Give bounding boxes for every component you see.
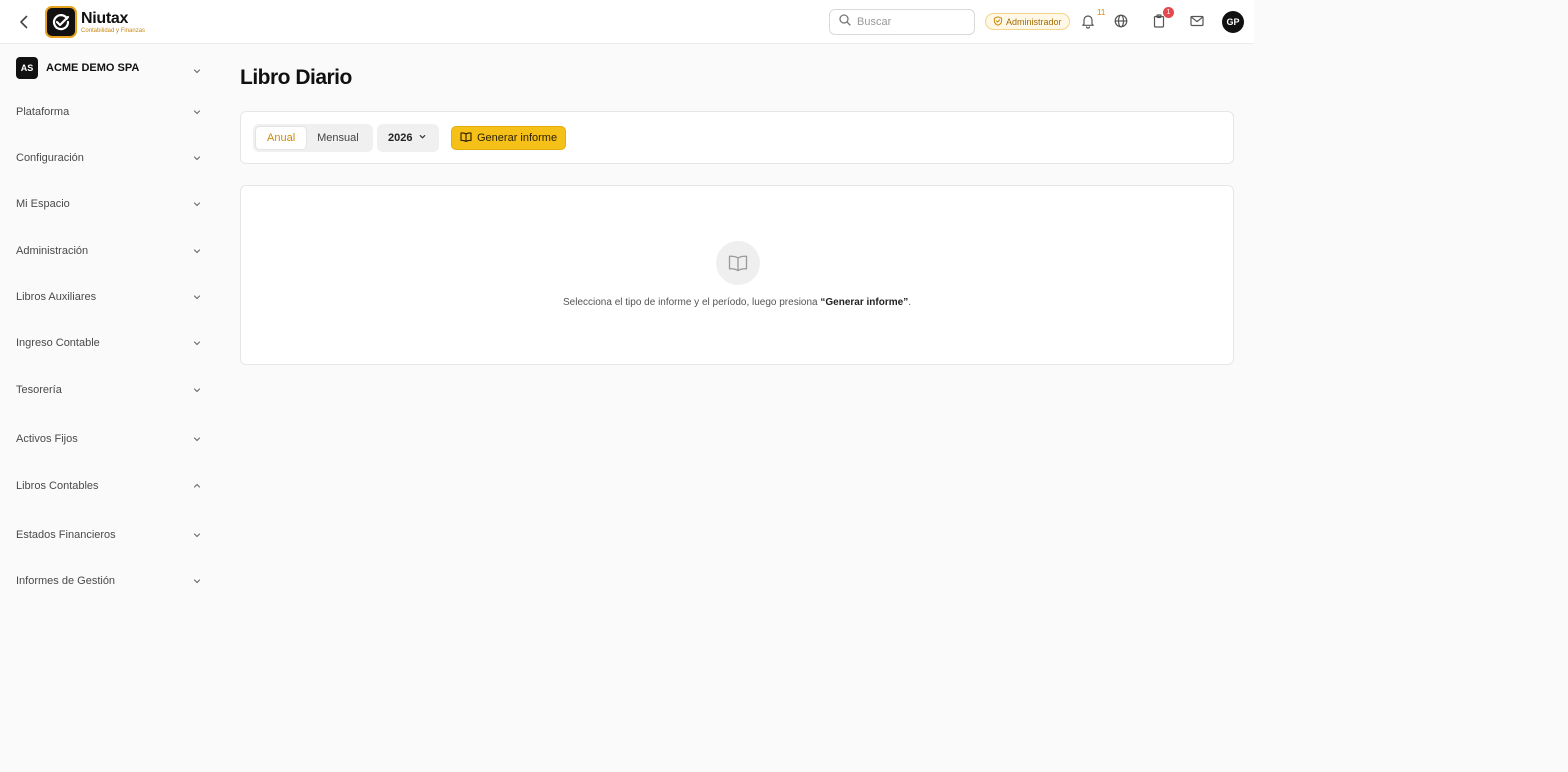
sidebar-item-administracion[interactable]: Administración [16,241,202,261]
sidebar-item-mi-espacio[interactable]: Mi Espacio [16,194,202,214]
sidebar-item-ingreso-contable[interactable]: Ingreso Contable [16,333,202,353]
brand-name: Niutax [81,9,129,27]
brand-logo[interactable]: Niutax Contabilidad y Finanzas [45,6,145,38]
report-toolbar: Anual Mensual 2026 Generar informe [240,111,1234,164]
sidebar-item-label: Estados Financieros [16,529,116,541]
bell-icon[interactable] [1080,13,1096,29]
company-initials: AS [16,57,38,79]
sidebar-item-activos-fijos[interactable]: Activos Fijos [16,429,202,449]
user-avatar[interactable]: GP [1222,11,1244,33]
sidebar-item-libros-contables[interactable]: Libros Contables [16,476,202,496]
chevron-down-icon [192,530,202,540]
chevron-down-icon [192,576,202,586]
sidebar-item-tesoreria[interactable]: Tesorería [16,380,202,400]
sidebar-item-label: Libros Contables [16,480,99,492]
chevron-down-icon [412,132,427,144]
globe-icon[interactable] [1113,13,1129,29]
shield-check-icon [993,15,1006,28]
year-select-value: 2026 [388,132,413,144]
chevron-down-icon [192,107,202,117]
search-input[interactable] [857,16,967,28]
chevron-down-icon [192,434,202,444]
tasks-count: 1 [1163,7,1174,18]
search-box[interactable] [829,9,975,35]
sidebar: AS ACME DEMO SPA Plataforma Configuració… [0,44,214,772]
sidebar-item-label: Administración [16,245,89,257]
empty-state-card: Selecciona el tipo de informe y el perío… [240,185,1234,365]
chevron-down-icon [192,63,202,74]
sidebar-item-label: Activos Fijos [16,433,78,445]
sidebar-item-libros-auxiliares[interactable]: Libros Auxiliares [16,287,202,307]
brand-tagline: Contabilidad y Finanzas [81,27,146,34]
niutax-logo-icon [45,6,77,38]
page-title: Libro Diario [240,66,352,89]
back-arrow-icon[interactable] [14,12,34,32]
book-open-icon [716,241,760,285]
chevron-up-icon [192,481,202,491]
role-badge[interactable]: Administrador [985,13,1070,30]
chevron-down-icon [192,153,202,163]
top-bar: Niutax Contabilidad y Finanzas Administr… [0,0,1254,44]
chevron-down-icon [192,385,202,395]
generate-report-button[interactable]: Generar informe [451,126,567,150]
year-select[interactable]: 2026 [377,124,439,152]
company-selector[interactable]: AS ACME DEMO SPA [16,57,202,79]
period-toggle: Anual Mensual [253,124,373,152]
empty-state-message: Selecciona el tipo de informe y el perío… [563,297,911,308]
tab-anual[interactable]: Anual [256,127,307,149]
company-name: ACME DEMO SPA [46,62,140,74]
sidebar-item-label: Plataforma [16,106,70,118]
sidebar-item-informes-de-gestion[interactable]: Informes de Gestión [16,571,202,591]
chevron-down-icon [192,246,202,256]
search-icon [839,13,851,31]
tab-mensual[interactable]: Mensual [306,127,370,149]
chevron-down-icon [192,338,202,348]
sidebar-item-estados-financieros[interactable]: Estados Financieros [16,525,202,545]
sidebar-item-configuracion[interactable]: Configuración [16,148,202,168]
chevron-down-icon [192,199,202,209]
sidebar-item-label: Informes de Gestión [16,575,116,587]
notifications-count: 11 [1097,8,1106,17]
sidebar-item-label: Configuración [16,152,84,164]
generate-report-label: Generar informe [477,132,558,144]
sidebar-item-label: Mi Espacio [16,198,70,210]
book-open-icon [460,131,477,146]
sidebar-item-plataforma[interactable]: Plataforma [16,102,202,122]
mail-icon[interactable] [1189,13,1205,29]
role-badge-label: Administrador [1006,16,1062,27]
sidebar-item-label: Tesorería [16,384,62,396]
sidebar-item-label: Ingreso Contable [16,337,100,349]
sidebar-item-label: Libros Auxiliares [16,291,97,303]
chevron-down-icon [192,292,202,302]
